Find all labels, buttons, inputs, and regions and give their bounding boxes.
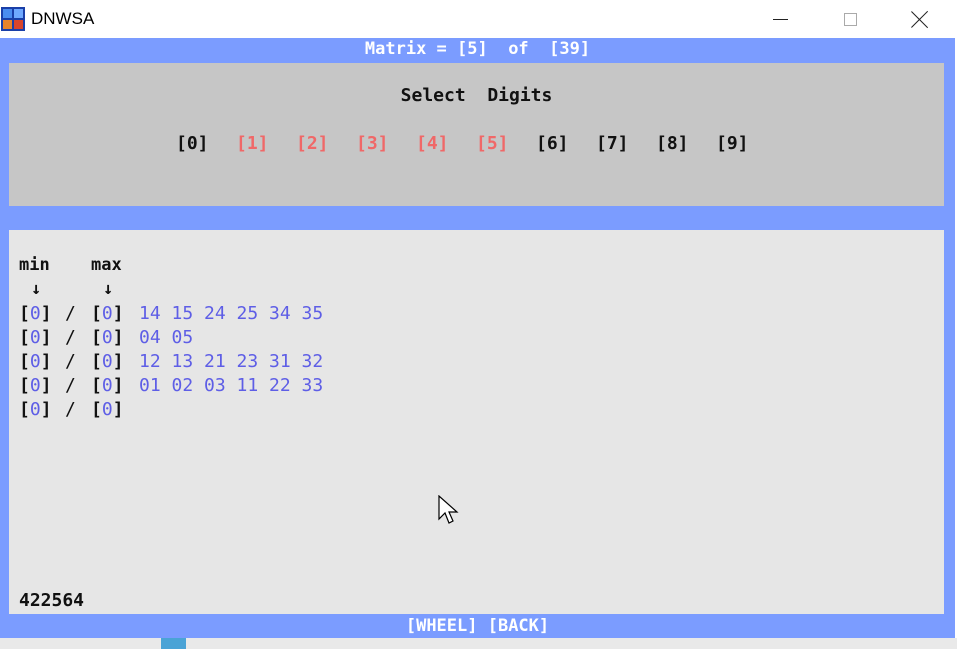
digit-8-button[interactable]: [8] [656,133,716,155]
matrix-row: [0] / [0] [19,398,124,422]
total-count: 422564 [19,590,85,611]
title-bar: DNWSA [0,0,957,38]
digit-row: [0] [1] [2] [3] [4] [5] [6] [7] [8] [9] [176,133,776,155]
row-numbers: 04 05 [139,327,194,348]
min-value-field[interactable]: [0] [19,302,52,326]
matrix-row: [0] / [0] 14 15 24 25 34 35 [19,302,324,326]
maximize-icon [843,12,857,26]
taskbar-strip [0,638,957,649]
digit-5-button[interactable]: [5] [476,133,536,155]
matrix-header: Matrix = [5] of [39] [364,39,591,59]
max-value-field[interactable]: [0] [91,326,124,350]
matrix-row: [0] / [0] 12 13 21 23 31 32 [19,350,324,374]
digit-6-button[interactable]: [6] [536,133,596,155]
max-label: max [91,255,122,275]
min-value-field[interactable]: [0] [19,398,52,422]
minimize-button[interactable] [745,0,815,38]
row-numbers: 14 15 24 25 34 35 [139,303,324,324]
maximize-button[interactable] [815,0,885,38]
min-value-field[interactable]: [0] [19,374,52,398]
close-button[interactable] [885,0,955,38]
digit-9-button[interactable]: [9] [716,133,776,155]
digit-3-button[interactable]: [3] [356,133,416,155]
row-numbers: 01 02 03 11 22 33 [139,375,324,396]
matrix-row: [0] / [0] 04 05 [19,326,194,350]
mouse-cursor-icon [438,495,459,524]
taskbar-item[interactable] [161,638,186,649]
min-value-field[interactable]: [0] [19,350,52,374]
min-value-field[interactable]: [0] [19,326,52,350]
max-arrow-icon: ↓ [103,279,114,299]
select-digits-title: Select Digits [400,85,553,106]
digit-2-button[interactable]: [2] [296,133,356,155]
min-arrow-icon: ↓ [31,279,42,299]
app-frame: Matrix = [5] of [39] Select Digits [0] [… [0,38,955,638]
footer-actions[interactable]: [WHEEL] [BACK] [0,614,955,638]
digit-1-button[interactable]: [1] [236,133,296,155]
max-value-field[interactable]: [0] [91,350,124,374]
max-value-field[interactable]: [0] [91,302,124,326]
digit-selection-panel: Select Digits [0] [1] [2] [3] [4] [5] [6… [9,63,944,206]
app-icon [1,7,25,31]
digit-0-button[interactable]: [0] [176,133,236,155]
close-icon [911,10,929,28]
min-label: min [19,255,50,275]
matrix-row: [0] / [0] 01 02 03 11 22 33 [19,374,324,398]
max-value-field[interactable]: [0] [91,374,124,398]
minimize-icon [772,18,788,20]
digit-7-button[interactable]: [7] [596,133,656,155]
row-numbers: 12 13 21 23 31 32 [139,351,324,372]
matrix-panel: min max ↓ ↓ [0] / [0] 14 15 24 25 34 35 … [9,230,944,614]
window-title: DNWSA [31,9,95,28]
max-value-field[interactable]: [0] [91,398,124,422]
digit-4-button[interactable]: [4] [416,133,476,155]
